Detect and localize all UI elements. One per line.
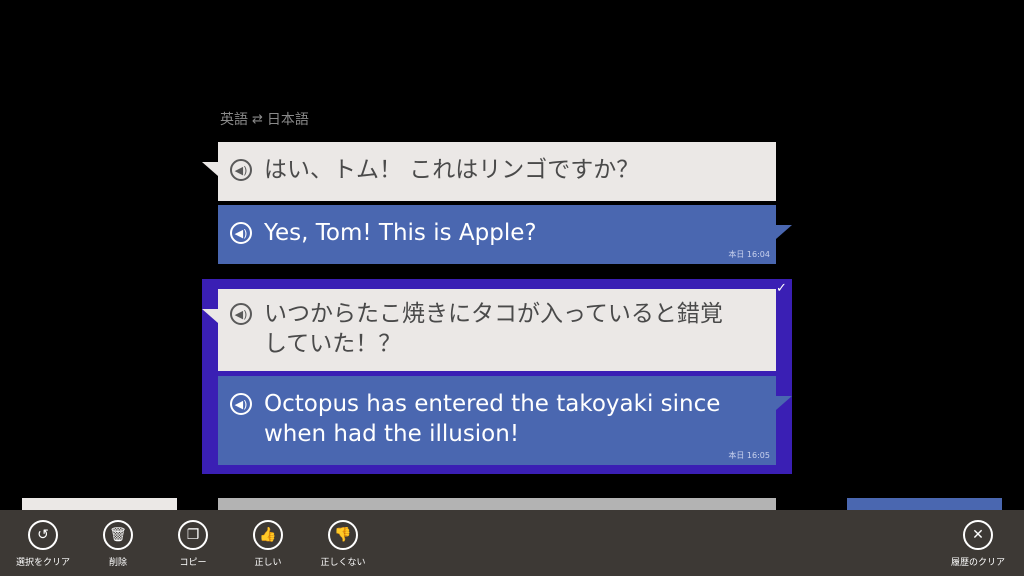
timestamp: 本日 16:04 <box>728 250 770 259</box>
translation-bubble[interactable]: ◀) Yes, Tom! This is Apple? 本日 16:04 <box>218 205 792 264</box>
swap-icon: ⇄ <box>252 111 263 127</box>
copy-button[interactable]: ❐ コピー <box>158 520 228 568</box>
translation-text: Octopus has entered the takoyaki since w… <box>264 391 721 447</box>
app-bar: ↺ 選択をクリア 🗑 削除 ❐ コピー 👍 正しい 👎 正しくない ✕ 履歴のク… <box>0 510 1024 576</box>
language-pair-header: 英語 ⇄ 日本語 <box>220 109 309 129</box>
target-language: 日本語 <box>266 112 309 128</box>
source-bubble[interactable]: ◀) いつからたこ焼きにタコが入っていると錯覚していた！？ <box>202 289 776 371</box>
copy-icon: ❐ <box>178 520 208 550</box>
trash-icon: 🗑 <box>103 520 133 550</box>
thumbs-down-icon: 👎 <box>328 520 358 550</box>
incorrect-button[interactable]: 👎 正しくない <box>308 520 378 568</box>
clear-history-label: 履歴のクリア <box>950 558 1005 568</box>
thumbs-up-icon: 👍 <box>253 520 283 550</box>
clear-selection-button[interactable]: ↺ 選択をクリア <box>8 520 78 568</box>
delete-label: 削除 <box>108 558 127 568</box>
source-bubble[interactable]: ◀) はい、トム！ これはリンゴですか？ <box>202 142 776 201</box>
checkmark-icon: ✓ <box>776 281 787 296</box>
incorrect-label: 正しくない <box>320 558 366 568</box>
source-text: いつからたこ焼きにタコが入っていると錯覚していた！？ <box>264 301 723 357</box>
speaker-icon[interactable]: ◀) <box>230 303 252 325</box>
translation-bubble[interactable]: ◀) Octopus has entered the takoyaki sinc… <box>218 376 792 465</box>
close-icon: ✕ <box>963 520 993 550</box>
speaker-icon[interactable]: ◀) <box>230 222 252 244</box>
timestamp: 本日 16:05 <box>728 451 770 460</box>
source-text: はい、トム！ これはリンゴですか？ <box>264 157 640 183</box>
speaker-icon[interactable]: ◀) <box>230 393 252 415</box>
delete-button[interactable]: 🗑 削除 <box>83 520 153 568</box>
speaker-icon[interactable]: ◀) <box>230 159 252 181</box>
correct-button[interactable]: 👍 正しい <box>233 520 303 568</box>
source-language: 英語 <box>220 112 248 128</box>
clear-selection-label: 選択をクリア <box>15 558 70 568</box>
clear-history-button[interactable]: ✕ 履歴のクリア <box>943 520 1013 568</box>
copy-label: コピー <box>179 558 207 568</box>
translation-text: Yes, Tom! This is Apple? <box>264 220 537 246</box>
undo-selection-icon: ↺ <box>28 520 58 550</box>
correct-label: 正しい <box>254 558 282 568</box>
